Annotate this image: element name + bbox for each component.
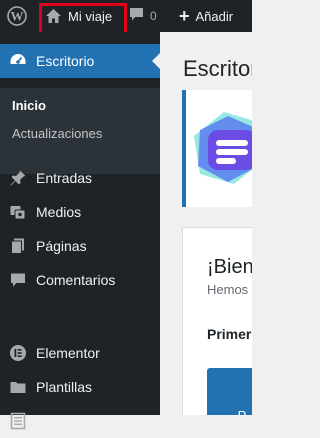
menu-item-paginas[interactable]: Páginas (0, 229, 160, 263)
menu-item-comentarios[interactable]: Comentarios (0, 263, 160, 297)
menu-label: Páginas (36, 238, 87, 254)
menu-item-medios[interactable]: Medios (0, 195, 160, 229)
home-icon (45, 8, 62, 27)
welcome-primary-button[interactable]: P (207, 368, 252, 415)
stack-logo-icon (194, 108, 252, 193)
menu-label: Entradas (36, 170, 93, 186)
new-content-link[interactable]: + Añadir (179, 0, 233, 32)
comments-link[interactable]: 0 (129, 0, 157, 32)
promo-panel (182, 90, 252, 207)
site-name-label: Mi viaje (68, 8, 113, 24)
menu-label: Medios (36, 204, 82, 220)
site-name-link[interactable]: Mi viaje (39, 0, 129, 36)
menu-item-plantillas[interactable]: Plantillas (0, 370, 160, 404)
menu-label: Escritorio (36, 53, 95, 69)
comments-count: 0 (150, 9, 157, 23)
comment-bubble-icon (129, 7, 144, 25)
menu-item-wpforms[interactable]: WPForms (0, 404, 160, 438)
menu-label: Elementor (36, 345, 100, 361)
pin-icon (0, 169, 36, 187)
menu-label: Plantillas (36, 379, 93, 395)
folder-icon (0, 378, 36, 396)
menu-item-elementor[interactable]: Elementor (0, 336, 160, 370)
submenu-item-actualizaciones[interactable]: Actualizaciones (12, 126, 102, 141)
welcome-subtitle: Hemos (207, 282, 249, 297)
first-steps-heading: Primer (207, 326, 252, 342)
menu-label: Comentarios (36, 272, 116, 288)
comments-icon (0, 271, 36, 289)
welcome-panel: ¡Bien Hemos Primer P (182, 227, 252, 415)
media-icon (0, 203, 36, 221)
new-content-label: Añadir (195, 8, 234, 24)
menu-item-entradas[interactable]: Entradas (0, 161, 160, 195)
svg-text:W: W (11, 9, 24, 24)
plus-icon: + (179, 6, 190, 26)
main-content: Escritorio ¡Bien Hemos Primer P (160, 32, 252, 415)
pages-icon (0, 237, 36, 255)
welcome-title: ¡Bien (207, 256, 252, 278)
admin-bar: W Mi viaje 0 + Añadir (0, 0, 252, 36)
page-title: Escritorio (183, 56, 252, 81)
menu-item-escritorio[interactable]: Escritorio (0, 44, 160, 78)
wordpress-logo-icon[interactable]: W (6, 0, 28, 32)
submenu-item-inicio[interactable]: Inicio (12, 98, 46, 113)
button-label: P (238, 408, 247, 415)
current-arrow (152, 53, 160, 69)
elementor-icon (0, 344, 36, 362)
menu-label: WPForms (36, 413, 99, 429)
admin-sidebar: Escritorio Inicio Actualizaciones Entrad… (0, 32, 160, 430)
dashboard-icon (0, 52, 36, 70)
